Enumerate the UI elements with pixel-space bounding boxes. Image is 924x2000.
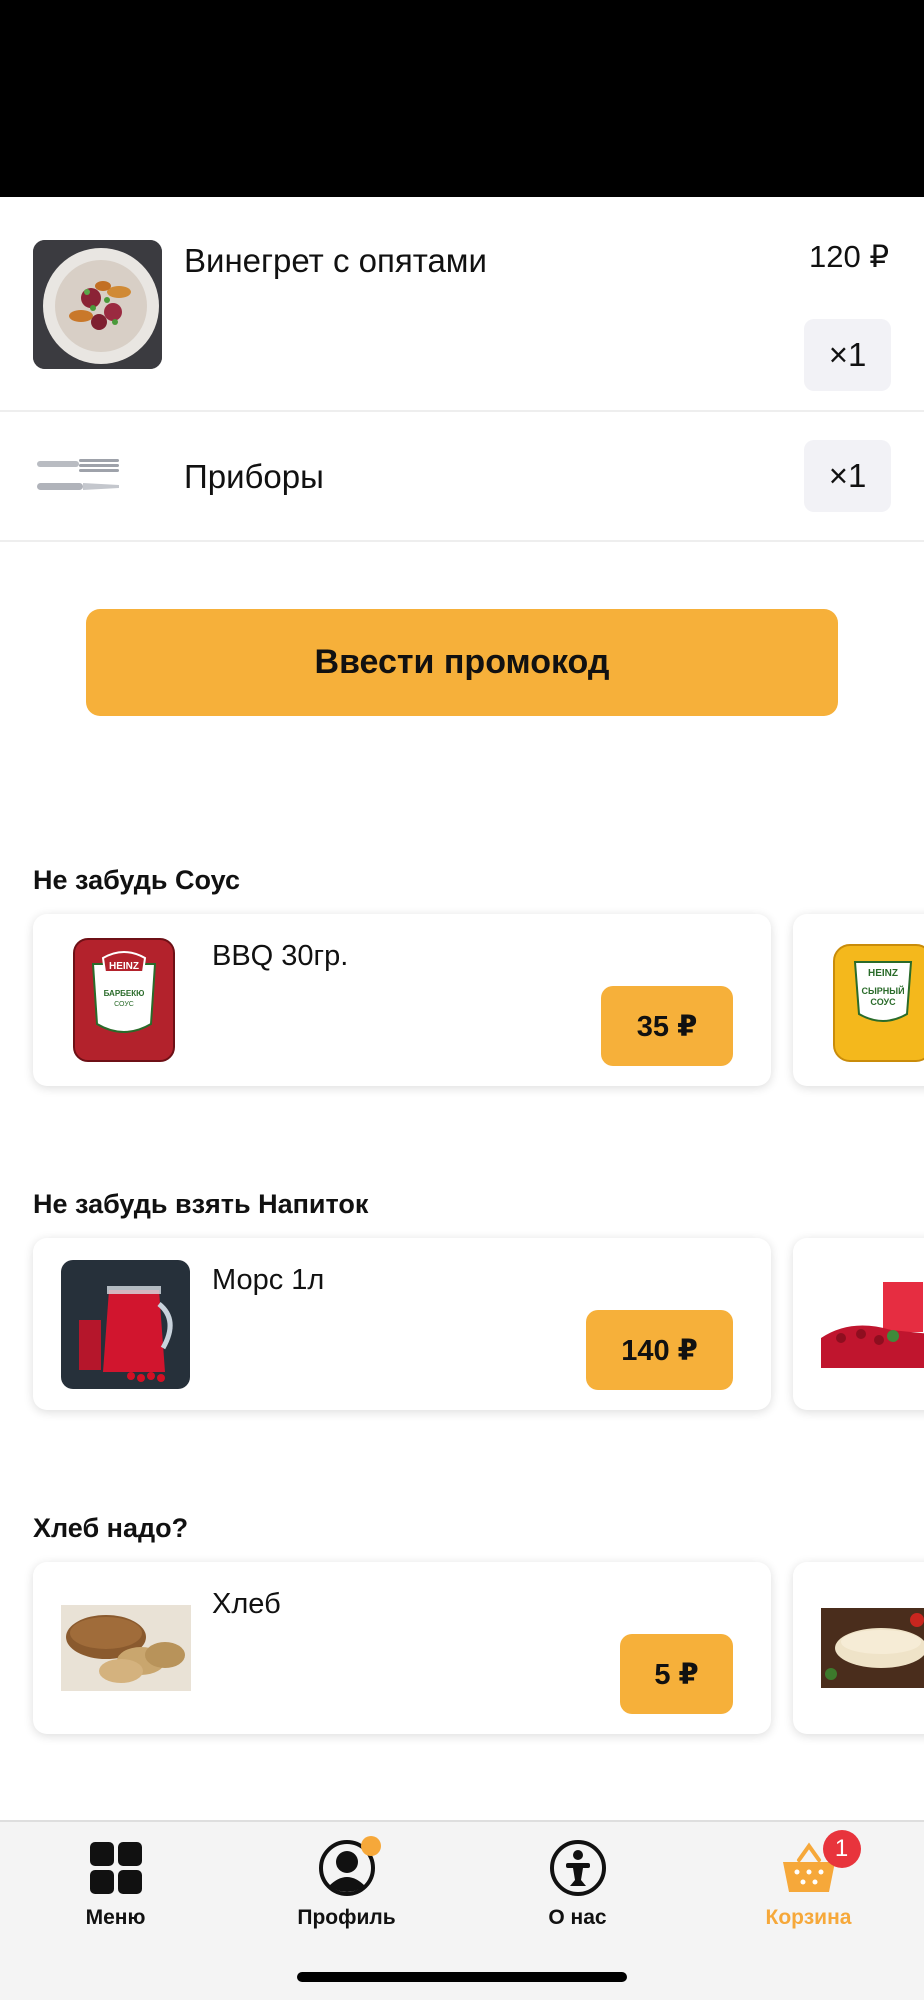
add-to-cart-price-button[interactable]: 140 ₽: [586, 1310, 733, 1390]
section-title: Не забудь взять Напиток: [33, 1189, 369, 1219]
product-name: Морс 1л: [212, 1264, 325, 1296]
tab-profile[interactable]: Профиль: [231, 1822, 462, 1942]
cart-item-name: Винегрет с опятами: [184, 242, 487, 279]
cutlery-image: [33, 432, 123, 522]
mors-image: [61, 1260, 190, 1389]
cart-item[interactable]: Приборы ×1: [0, 412, 924, 542]
tab-label: О нас: [548, 1906, 607, 1929]
bbq-label-text-2: СОУС: [114, 1001, 134, 1008]
profile-icon: [317, 1836, 381, 1898]
product-name: BBQ 30гр.: [212, 940, 349, 972]
cheese-sauce-image: HEINZ СЫРНЫЙ СОУС: [833, 944, 924, 1062]
add-to-cart-price-button[interactable]: 5 ₽: [620, 1634, 733, 1714]
bbq-sauce-image: HEINZ БАРБЕКЮ СОУС: [73, 938, 175, 1062]
cart-item-name: Приборы: [184, 458, 324, 495]
tab-about[interactable]: О нас: [462, 1822, 693, 1942]
cart-item-price: 120 ₽: [809, 239, 890, 274]
cart-count-badge: 1: [822, 1830, 861, 1868]
cheese-label-text: СЫРНЫЙ: [861, 985, 904, 996]
grid-icon: [86, 1838, 146, 1898]
cheese-brand-text: HEINZ: [868, 968, 898, 979]
promo-code-button[interactable]: Ввести промокод: [86, 609, 838, 716]
tab-label: Меню: [85, 1906, 146, 1929]
tab-cart[interactable]: 1 Корзина: [693, 1822, 924, 1942]
info-person-icon: [548, 1838, 608, 1898]
product-card-peek[interactable]: HEINZ СЫРНЫЙ СОУС: [793, 914, 924, 1086]
cranberry-drink-image: [821, 1278, 924, 1368]
quantity-button[interactable]: ×1: [804, 319, 891, 391]
product-card-peek[interactable]: [793, 1562, 924, 1734]
product-card-peek[interactable]: [793, 1238, 924, 1410]
bbq-label-text: БАРБЕКЮ: [104, 989, 145, 998]
notification-dot: [360, 1836, 381, 1856]
bread-image: [61, 1605, 191, 1691]
lavash-image: [821, 1608, 924, 1688]
tab-label: Корзина: [765, 1906, 852, 1929]
vinegret-image: [33, 240, 162, 369]
status-bar: [0, 0, 924, 197]
cart-item[interactable]: Винегрет с опятами 120 ₽ ×1: [0, 197, 924, 412]
cheese-label-text-2: СОУС: [870, 997, 896, 1007]
product-card[interactable]: Морс 1л 140 ₽: [33, 1238, 771, 1410]
basket-icon: 1: [779, 1830, 861, 1898]
product-card[interactable]: Хлеб 5 ₽: [33, 1562, 771, 1734]
tab-label: Профиль: [297, 1906, 396, 1929]
section-title: Не забудь Соус: [33, 865, 240, 895]
product-name: Хлеб: [212, 1588, 281, 1620]
quantity-button[interactable]: ×1: [804, 440, 891, 512]
tab-menu[interactable]: Меню: [0, 1822, 231, 1942]
section-title: Хлеб надо?: [33, 1513, 189, 1543]
add-to-cart-price-button[interactable]: 35 ₽: [601, 986, 733, 1066]
home-indicator: [297, 1972, 627, 1982]
bbq-brand-text: HEINZ: [109, 961, 139, 972]
product-card[interactable]: HEINZ БАРБЕКЮ СОУС BBQ 30гр. 35 ₽: [33, 914, 771, 1086]
